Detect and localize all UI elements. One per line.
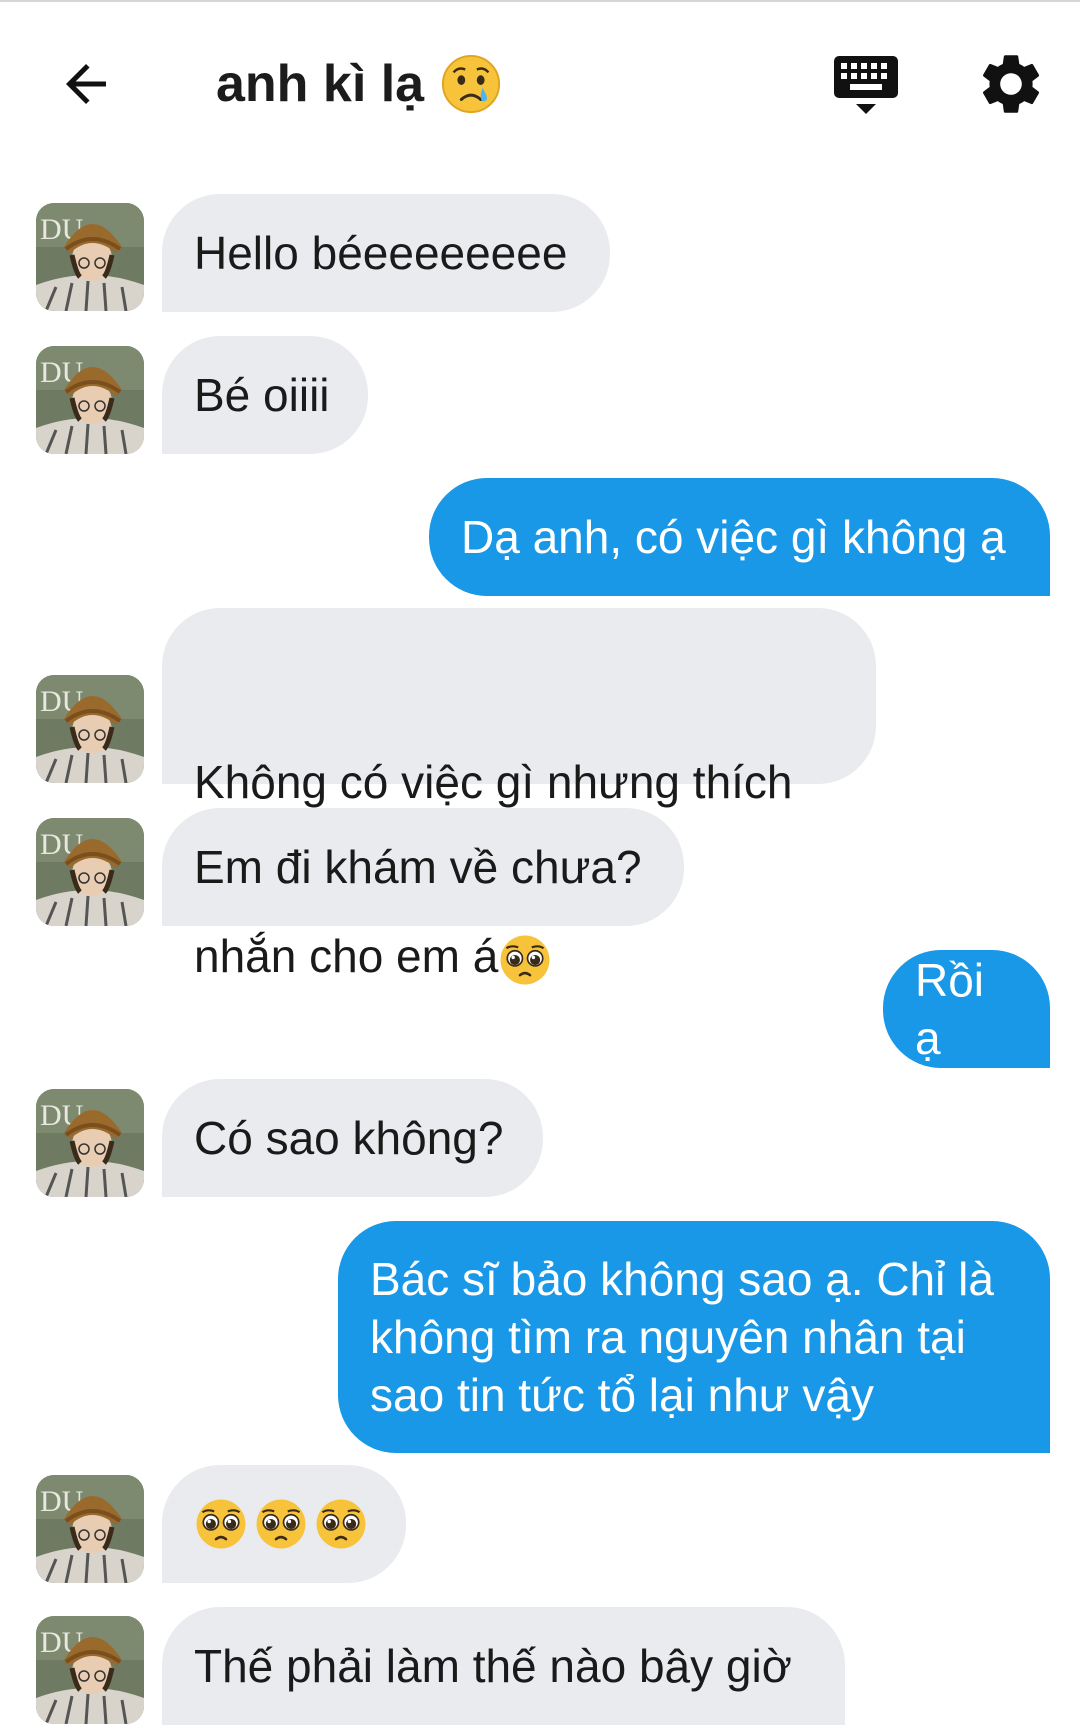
chat-title-group: anh kì lạ [216,48,502,120]
incoming-message-bubble[interactable]: Có sao không? [162,1079,543,1197]
message-line: Không có việc gì nhưng thích [194,756,793,808]
incoming-message-bubble[interactable]: Bé oiiii [162,336,368,454]
settings-button[interactable] [975,48,1047,120]
incoming-emoji-bubble[interactable] [162,1465,406,1583]
contact-avatar[interactable]: DU [36,818,144,926]
back-button[interactable] [50,48,122,120]
gear-icon [983,55,1040,113]
incoming-message-bubble[interactable]: Em đi khám về chưa? [162,808,684,926]
keyboard-button[interactable] [830,52,902,124]
pleading-face-icon [316,1499,366,1549]
incoming-message-bubble[interactable]: Không có việc gì nhưng thích nhắn cho em… [162,608,876,985]
chat-title: anh kì lạ [216,55,425,113]
keyboard-icon [834,56,898,114]
contact-avatar[interactable]: DU [36,1616,144,1724]
outgoing-message-bubble[interactable]: Dạ anh, có việc gì không ạ [429,478,1050,596]
contact-avatar[interactable]: DU [36,675,144,783]
pleading-face-icon [196,1499,246,1549]
arrow-left-icon [66,64,106,104]
message-line: nhắn cho em á [194,930,499,982]
contact-avatar[interactable]: DU [36,346,144,454]
chat-header: anh kì lạ [0,0,1080,170]
outgoing-message-bubble[interactable]: Rồi ạ [883,950,1050,1068]
contact-avatar[interactable]: DU [36,203,144,311]
incoming-message-bubble[interactable]: Thế phải làm thế nào bây giờ [162,1607,845,1725]
contact-avatar[interactable]: DU [36,1089,144,1197]
incoming-message-bubble[interactable]: Hello béeeeeeeee [162,194,610,312]
crying-face-icon [442,54,501,114]
message-line-with-emoji: nhắn cho em á [194,927,844,987]
contact-avatar[interactable]: DU [36,1475,144,1583]
pleading-face-icon [256,1499,306,1549]
outgoing-message-bubble[interactable]: Bác sĩ bảo không sao ạ. Chỉ là không tìm… [338,1221,1050,1453]
pleading-face-icon [500,935,550,985]
